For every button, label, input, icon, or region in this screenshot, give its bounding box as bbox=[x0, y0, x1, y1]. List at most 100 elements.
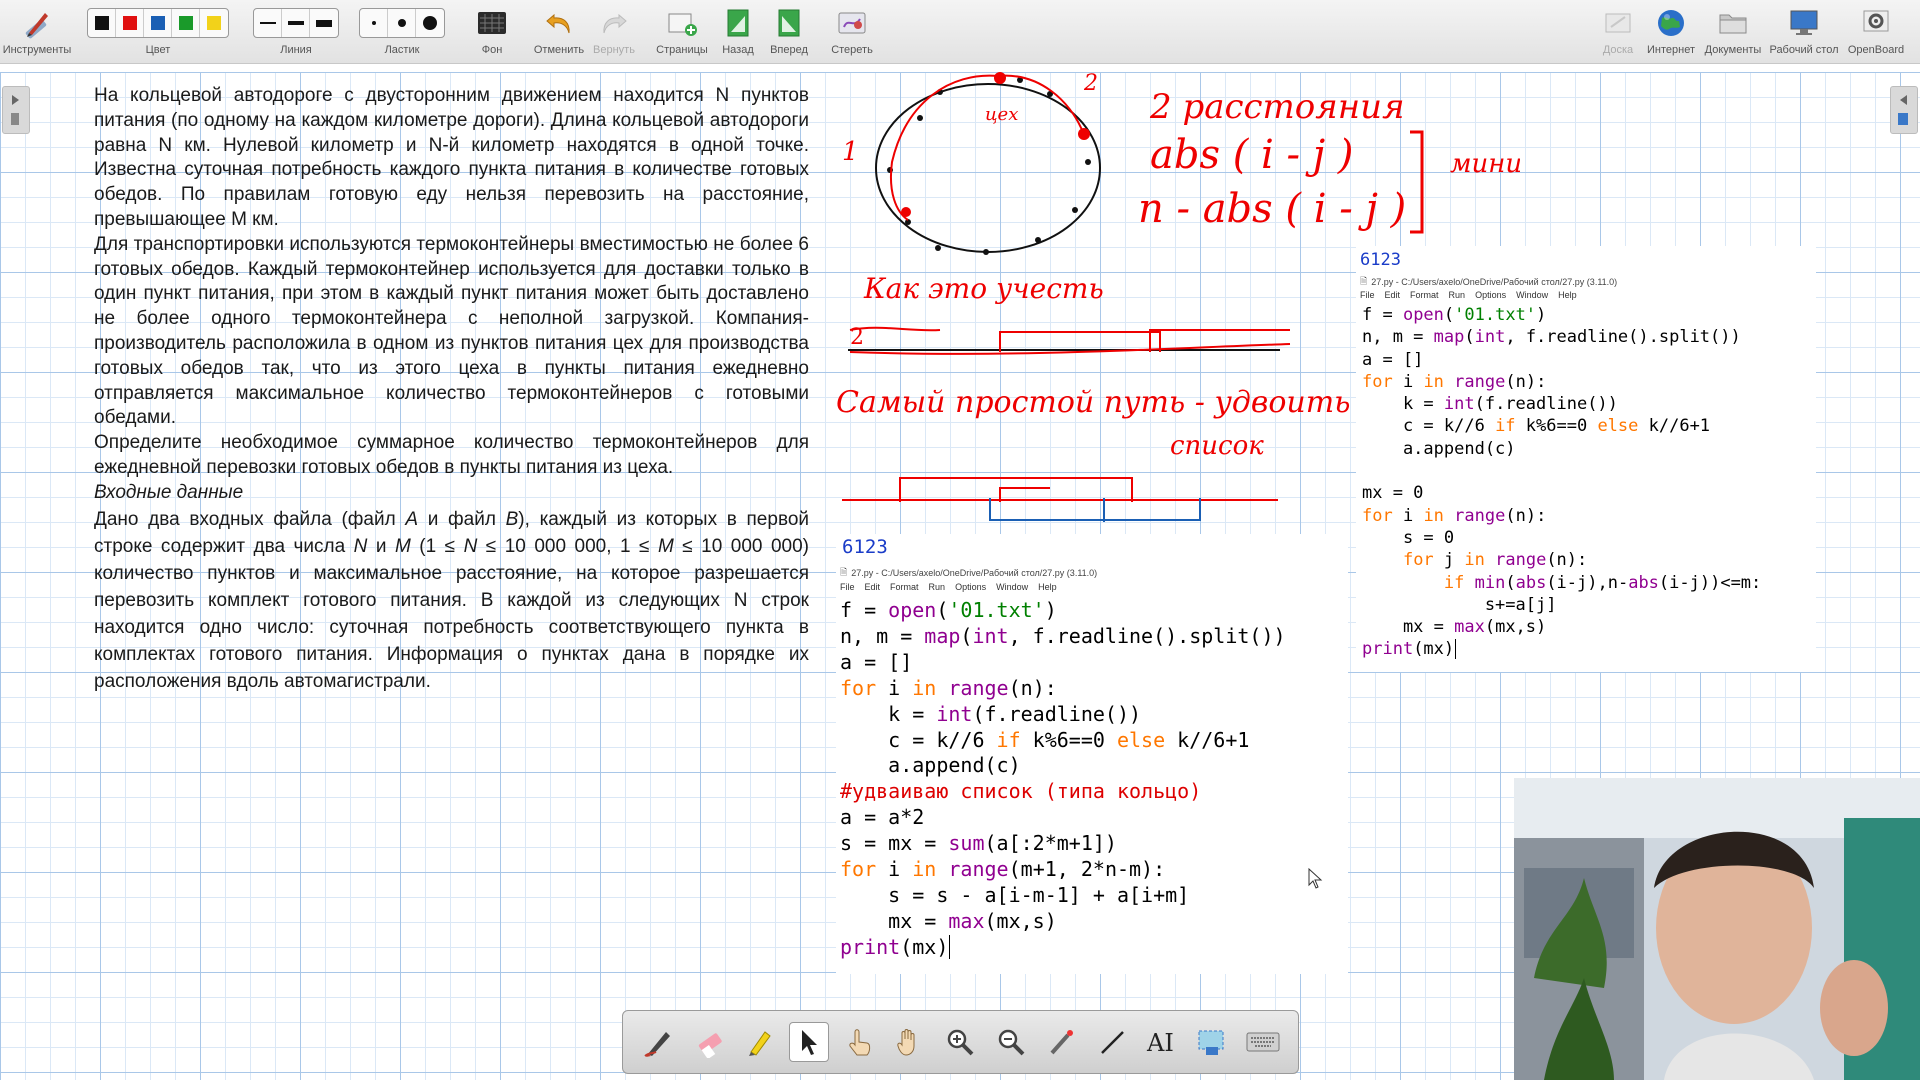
pen-tool-button[interactable] bbox=[638, 1022, 678, 1062]
line-thick-button[interactable] bbox=[310, 9, 338, 37]
capture-tool-button[interactable] bbox=[1192, 1022, 1232, 1062]
eraser-tool-button[interactable] bbox=[689, 1022, 729, 1062]
text-caret: ​ bbox=[949, 934, 951, 959]
laser-pointer-tool-button[interactable] bbox=[1041, 1022, 1081, 1062]
right-palette-toggle[interactable] bbox=[1890, 86, 1918, 134]
color-swatches bbox=[87, 8, 229, 38]
folder-icon bbox=[1700, 4, 1766, 42]
line-thin-button[interactable] bbox=[254, 9, 282, 37]
line-medium-button[interactable] bbox=[282, 9, 310, 37]
menu-options-center[interactable]: Options bbox=[955, 582, 986, 598]
back-label: Назад bbox=[722, 44, 754, 56]
menu-format-right[interactable]: Format bbox=[1410, 290, 1439, 304]
text-icon: AI bbox=[1146, 1029, 1174, 1057]
code-line: for i in range(n): bbox=[840, 675, 1057, 700]
code-line: f = open('01.txt') bbox=[1362, 305, 1547, 325]
line-tool-button[interactable] bbox=[1092, 1022, 1132, 1062]
desktop-label: Рабочий стол bbox=[1769, 44, 1839, 56]
code-line: mx = max(mx,s) bbox=[1362, 617, 1547, 638]
window-titlebar-center[interactable]: 🗎 27.py - C:/Users/axelo/OneDrive/Рабочи… bbox=[836, 564, 1348, 582]
eraser-large-button[interactable] bbox=[416, 9, 444, 37]
clear-page-button[interactable]: Стереть bbox=[828, 4, 876, 62]
direction-1-label: 1 bbox=[842, 137, 859, 167]
code-editor-right[interactable]: f = open('01.txt') n, m = map(int, f.read… bbox=[1356, 304, 1816, 661]
eraser-small-button[interactable] bbox=[360, 9, 388, 37]
direction-2-label: 2 bbox=[1083, 71, 1098, 96]
color-green-button[interactable] bbox=[172, 9, 200, 37]
hand-icon bbox=[897, 1029, 915, 1056]
menu-window-right[interactable]: Window bbox=[1516, 290, 1548, 304]
background-button[interactable]: Фон bbox=[470, 4, 514, 62]
color-blue-button[interactable] bbox=[144, 9, 172, 37]
laser-pointer-icon bbox=[1050, 1030, 1074, 1055]
eraser-icon bbox=[698, 1033, 722, 1058]
menu-run-right[interactable]: Run bbox=[1449, 290, 1466, 304]
eraser-label: Ластик bbox=[384, 44, 420, 56]
board-button[interactable]: Доска bbox=[1596, 4, 1640, 62]
menu-bar-center: File Edit Format Run Options Window Help bbox=[836, 582, 1348, 598]
undo-button[interactable]: Отменить bbox=[532, 4, 586, 62]
back-button[interactable]: Назад bbox=[718, 4, 758, 62]
code-line: if min(abs(i-j),n-abs(i-j))<=m: bbox=[1443, 572, 1762, 593]
selector-tool-button[interactable] bbox=[789, 1022, 830, 1062]
interact-tool-button[interactable] bbox=[840, 1022, 880, 1062]
eraser-medium-button[interactable] bbox=[388, 9, 416, 37]
marker-tool-button[interactable] bbox=[739, 1022, 779, 1062]
presenter-video bbox=[1514, 778, 1920, 1080]
board-icon bbox=[1596, 4, 1640, 42]
code-line: s+=a[j] bbox=[1362, 594, 1557, 615]
code-line: a.append(c) bbox=[1362, 438, 1516, 459]
menu-format-center[interactable]: Format bbox=[890, 582, 919, 598]
left-palette-toggle[interactable] bbox=[2, 86, 30, 134]
hand-tool-button[interactable] bbox=[890, 1022, 930, 1062]
window-titlebar-right[interactable]: 🗎 27.py - C:/Users/axelo/OneDrive/Рабочи… bbox=[1356, 274, 1816, 290]
color-black-button[interactable] bbox=[88, 9, 116, 37]
note-n-abs-formula: n - abs ( i - j ) bbox=[1138, 186, 1406, 232]
internet-button[interactable]: Интернет bbox=[1644, 4, 1698, 62]
color-label: Цвет bbox=[145, 44, 171, 56]
documents-label: Документы bbox=[1704, 44, 1762, 56]
redo-label: Вернуть bbox=[593, 44, 635, 56]
zoom-out-tool-button[interactable] bbox=[991, 1022, 1031, 1062]
pages-button[interactable]: Страницы bbox=[652, 4, 712, 62]
menu-help-center[interactable]: Help bbox=[1038, 582, 1057, 598]
board-label: Доска bbox=[1602, 44, 1634, 56]
desktop-button[interactable]: Рабочий стол bbox=[1766, 4, 1842, 62]
menu-window-center[interactable]: Window bbox=[996, 582, 1028, 598]
keyboard-icon bbox=[1246, 1032, 1280, 1052]
menu-run-center[interactable]: Run bbox=[929, 582, 946, 598]
code-line: for j in range(n): bbox=[1402, 550, 1588, 571]
menu-file-center[interactable]: File bbox=[840, 582, 855, 598]
color-yellow-button[interactable] bbox=[200, 9, 228, 37]
code-editor-center[interactable]: f = open('01.txt') n, m = map(int, f.read… bbox=[836, 598, 1348, 961]
code-line: c = k//6 if k%6==0 else k//6+1 bbox=[1362, 416, 1711, 437]
tools-button[interactable]: Инструменты bbox=[2, 4, 72, 62]
forward-button[interactable]: Вперед bbox=[768, 4, 810, 62]
documents-button[interactable]: Документы bbox=[1700, 4, 1766, 62]
openboard-label: OpenBoard bbox=[1847, 44, 1905, 56]
menu-edit-right[interactable]: Edit bbox=[1385, 290, 1401, 304]
problem-paragraph-2: Для транспортировки используются термоко… bbox=[94, 233, 809, 429]
color-red-button[interactable] bbox=[116, 9, 144, 37]
virtual-keyboard-button[interactable] bbox=[1243, 1022, 1283, 1062]
webcam-overlay bbox=[1514, 778, 1920, 1080]
top-toolbar: Инструменты Цвет Линия Ластик Фон Отмени… bbox=[0, 0, 1920, 64]
code-line: k = int(f.readline()) bbox=[1362, 394, 1618, 415]
code-line: f = open('01.txt') bbox=[840, 598, 1057, 622]
forward-label: Вперед bbox=[770, 44, 808, 56]
color-picker: Цвет bbox=[84, 4, 232, 62]
problem-text-block: На кольцевой автодороге с двусторонним д… bbox=[94, 84, 809, 695]
zoom-in-tool-button[interactable] bbox=[940, 1022, 980, 1062]
openboard-menu-button[interactable]: OpenBoard bbox=[1844, 4, 1908, 62]
menu-file-right[interactable]: File bbox=[1360, 290, 1375, 304]
menu-edit-center[interactable]: Edit bbox=[865, 582, 881, 598]
redo-button[interactable]: Вернуть bbox=[588, 4, 640, 62]
text-tool-button[interactable]: AI bbox=[1142, 1022, 1182, 1062]
menu-help-right[interactable]: Help bbox=[1558, 290, 1577, 304]
input-data-paragraph: Дано два входных файла (файл A и файл B)… bbox=[94, 508, 809, 692]
code-line: a = [] bbox=[840, 649, 913, 674]
zoom-out-icon bbox=[998, 1029, 1025, 1056]
mouse-cursor-icon bbox=[1308, 868, 1323, 889]
menu-options-right[interactable]: Options bbox=[1475, 290, 1506, 304]
